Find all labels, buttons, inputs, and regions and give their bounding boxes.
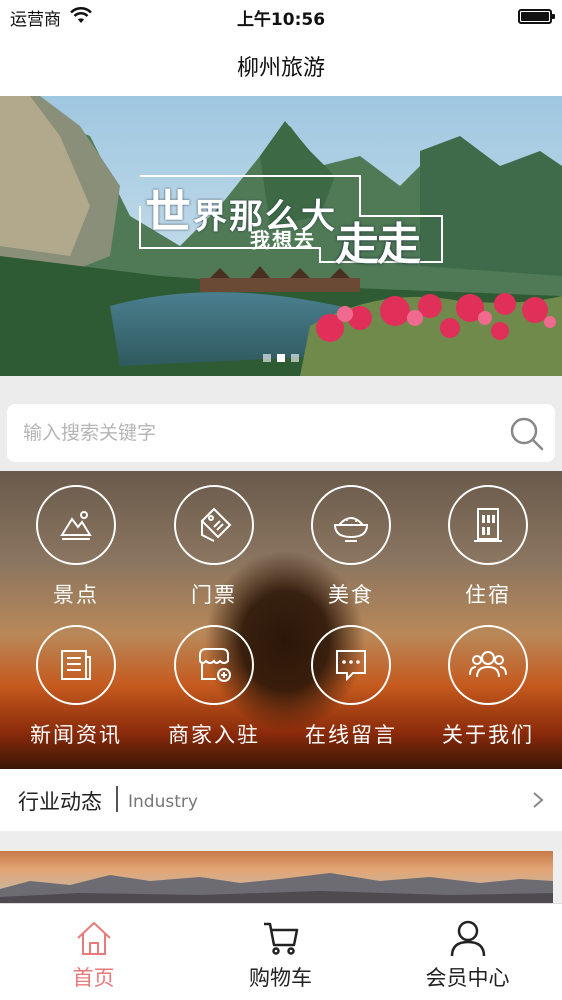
bottom-tab-bar: 首页 购物车 会员中心	[0, 903, 562, 1000]
menu-item-lodging[interactable]: 住宿	[418, 485, 558, 609]
ticket-icon	[174, 485, 254, 565]
chevron-right-icon[interactable]	[532, 791, 544, 809]
search-icon[interactable]	[509, 416, 545, 452]
search-box[interactable]	[7, 404, 555, 462]
function-menu: 景点 门票 美食 住宿 新闻资讯 商家入驻 在线留言 关于我们	[0, 471, 562, 769]
menu-item-message[interactable]: 在线留言	[281, 625, 421, 749]
carousel-dot[interactable]	[291, 354, 299, 362]
menu-item-scenic[interactable]: 景点	[6, 485, 146, 609]
tab-label: 购物车	[249, 966, 312, 990]
carousel-indicator[interactable]	[0, 354, 562, 362]
menu-label: 住宿	[465, 583, 511, 607]
menu-item-about[interactable]: 关于我们	[418, 625, 558, 749]
search-input[interactable]	[23, 404, 483, 462]
news-thumbnail[interactable]	[0, 851, 553, 905]
building-icon	[448, 485, 528, 565]
clock: 上午10:56	[236, 10, 326, 30]
tab-cart[interactable]: 购物车	[187, 904, 374, 1000]
menu-label: 在线留言	[305, 723, 397, 747]
newspaper-icon	[36, 625, 116, 705]
menu-label: 景点	[53, 583, 99, 607]
landscape-icon	[36, 485, 116, 565]
section-title: 行业动态	[18, 790, 102, 814]
status-bar: 运营商 上午10:56	[0, 0, 562, 34]
search-section	[0, 376, 562, 471]
battery-icon	[518, 9, 555, 24]
user-icon	[450, 920, 485, 957]
tab-home[interactable]: 首页	[0, 904, 187, 1000]
carousel-dot-active[interactable]	[277, 354, 285, 362]
banner-slogan-line3: 走走	[335, 219, 421, 270]
banner-slogan-line2: 我想去	[250, 228, 316, 252]
section-subtitle: Industry	[128, 792, 198, 812]
group-icon	[448, 625, 528, 705]
banner-slogan-first-char: 世	[145, 185, 193, 239]
industry-news-header[interactable]: 行业动态 Industry	[0, 769, 562, 831]
shop-add-icon	[174, 625, 254, 705]
divider	[116, 786, 118, 812]
menu-label: 关于我们	[442, 723, 534, 747]
home-icon	[76, 921, 111, 955]
tab-member-center[interactable]: 会员中心	[374, 904, 561, 1000]
nav-bar: 柳州旅游	[0, 34, 562, 96]
tab-label: 会员中心	[425, 966, 510, 990]
page-title: 柳州旅游	[236, 56, 325, 81]
menu-label: 商家入驻	[168, 723, 260, 747]
carousel-dot[interactable]	[263, 354, 271, 362]
menu-label: 新闻资讯	[30, 723, 122, 747]
banner-carousel[interactable]: 世界那么大 我想去 走走	[0, 96, 562, 376]
menu-item-tickets[interactable]: 门票	[144, 485, 284, 609]
chat-bubble-icon	[311, 625, 391, 705]
news-image	[0, 873, 553, 905]
menu-item-merchant[interactable]: 商家入驻	[144, 625, 284, 749]
tab-label: 首页	[72, 966, 115, 990]
food-bowl-icon	[311, 485, 391, 565]
menu-label: 美食	[328, 583, 374, 607]
menu-label: 门票	[191, 583, 237, 607]
menu-item-food[interactable]: 美食	[281, 485, 421, 609]
cart-icon	[263, 922, 298, 955]
menu-item-news[interactable]: 新闻资讯	[6, 625, 146, 749]
section-spacer	[0, 831, 562, 851]
